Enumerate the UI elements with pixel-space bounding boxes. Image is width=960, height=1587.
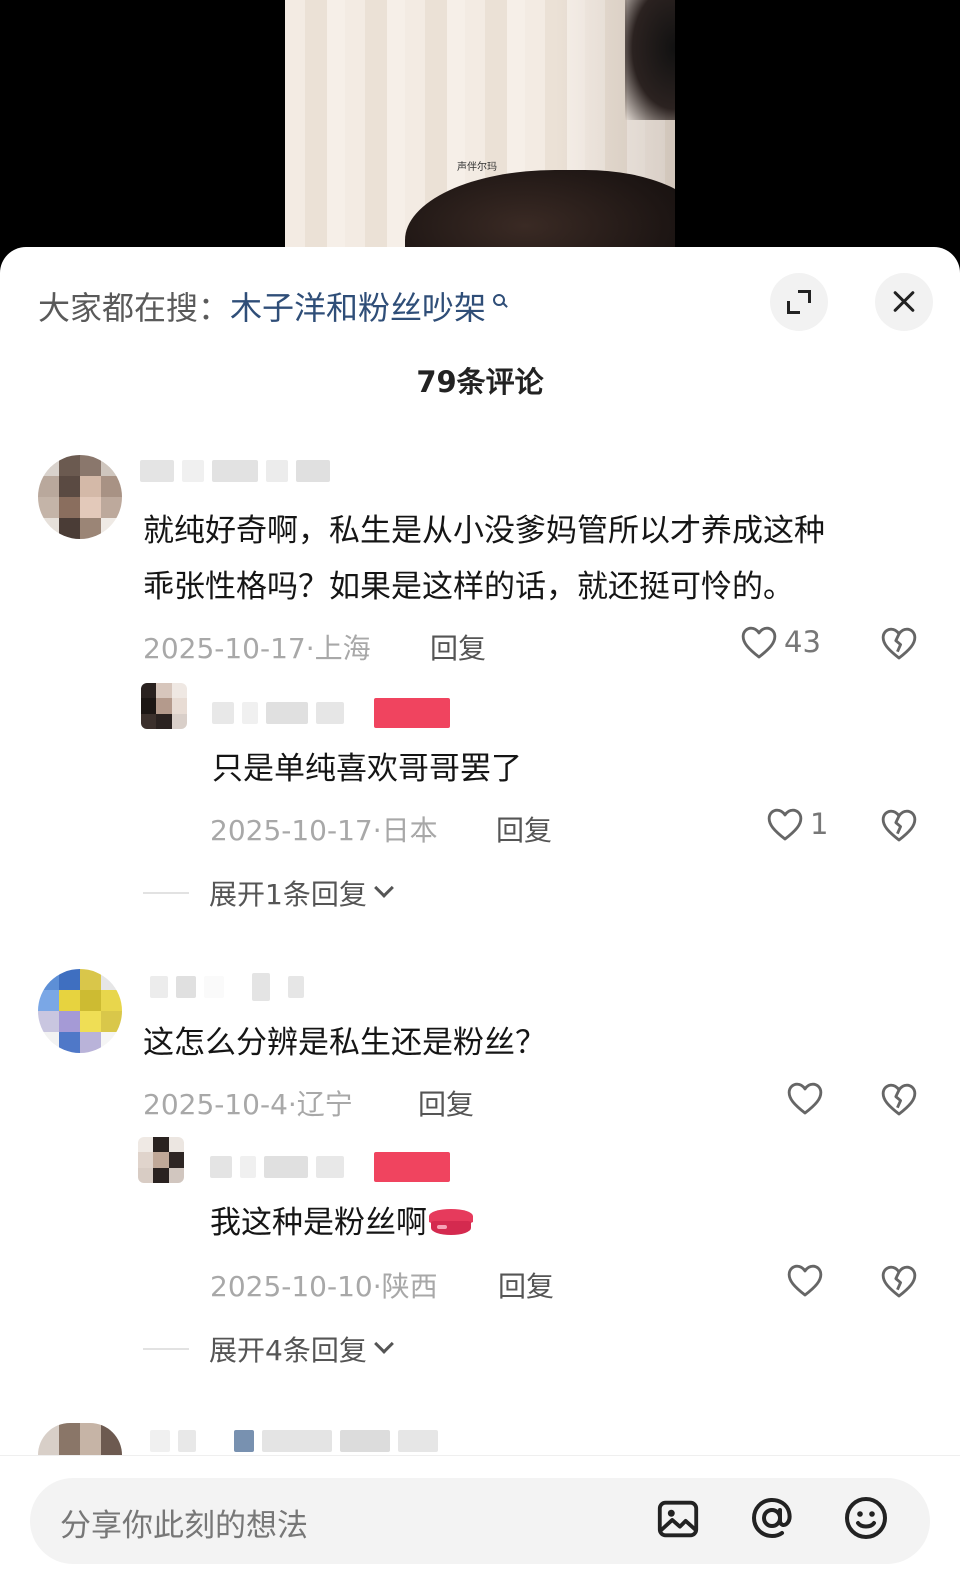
- comment-text-line: 就纯好奇啊，私生是从小没爹妈管所以才养成这种: [143, 513, 825, 549]
- image-icon: [657, 1500, 699, 1538]
- emoji-button[interactable]: [842, 1494, 890, 1546]
- expand-replies-label: 展开4条回复: [209, 1334, 367, 1367]
- reply-text: 只是单纯喜欢哥哥罢了: [212, 751, 522, 787]
- like-button[interactable]: 43: [740, 624, 821, 660]
- comment-meta: 2025-10-4·辽宁: [143, 1088, 353, 1121]
- avatar[interactable]: [38, 969, 122, 1053]
- comment-input-placeholder: 分享你此刻的想法: [60, 1508, 308, 1544]
- reply-author[interactable]: [212, 698, 450, 728]
- expand-icon-corner: [787, 301, 800, 314]
- divider-line: [143, 1348, 189, 1350]
- reply-button[interactable]: 回复: [430, 627, 486, 667]
- comment-text-line: 这怎么分辨是私生还是粉丝？: [143, 1025, 546, 1061]
- like-button[interactable]: 1: [766, 806, 828, 842]
- divider-line: [143, 892, 189, 894]
- mention-button[interactable]: [748, 1494, 796, 1546]
- search-suggestion-prefix: 大家都在搜：: [38, 289, 231, 327]
- kiss-lips-icon: [429, 1207, 473, 1237]
- comment-author[interactable]: [150, 973, 304, 1001]
- video-watermark: 声伴尔玛: [457, 162, 497, 173]
- heart-icon: [787, 1264, 823, 1297]
- broken-heart-icon: [881, 1265, 917, 1298]
- comment-text: 就纯好奇啊，私生是从小没爹妈管所以才养成这种 乖张性格吗？如果是这样的话，就还挺…: [143, 503, 825, 615]
- avatar[interactable]: [38, 1423, 122, 1455]
- comment-text: 这怎么分辨是私生还是粉丝？: [143, 1015, 546, 1071]
- heart-icon: [767, 808, 803, 841]
- video-player[interactable]: 声伴尔玛: [0, 0, 960, 260]
- like-button[interactable]: [786, 1080, 830, 1116]
- search-suggestion[interactable]: 大家都在搜：木子洋和粉丝吵架: [38, 283, 508, 329]
- comment-meta: 2025-10-17·上海: [143, 632, 371, 665]
- reply-button[interactable]: 回复: [418, 1083, 474, 1123]
- expand-replies[interactable]: 展开4条回复: [143, 1329, 394, 1369]
- comment-input-bar: 分享你此刻的想法: [0, 1455, 960, 1587]
- broken-heart-icon: [881, 809, 917, 842]
- expand-replies-label: 展开1条回复: [209, 878, 367, 911]
- video-hair-top: [625, 0, 675, 120]
- reply-meta: 2025-10-17·日本: [210, 814, 438, 847]
- close-button[interactable]: [875, 273, 933, 331]
- heart-icon: [787, 1082, 823, 1115]
- like-count: 43: [784, 625, 821, 659]
- dislike-button[interactable]: [880, 625, 918, 661]
- dislike-button[interactable]: [880, 1081, 918, 1117]
- like-count: 1: [810, 807, 829, 841]
- search-suggestion-keyword[interactable]: 木子洋和粉丝吵架: [230, 289, 486, 327]
- author-tag: [374, 698, 450, 728]
- emoji-icon: [845, 1497, 887, 1539]
- comment-sheet: 大家都在搜：木子洋和粉丝吵架 79条评论 就纯好奇啊，私生是从小没爹妈管所以才养…: [0, 247, 960, 1587]
- comment-text-line: 乖张性格吗？如果是这样的话，就还挺可怜的。: [143, 569, 794, 605]
- broken-heart-icon: [881, 1083, 917, 1116]
- comment-author[interactable]: [150, 1427, 438, 1455]
- expand-button[interactable]: [770, 273, 828, 331]
- comment-count: 79条评论: [416, 365, 544, 399]
- reply-text-content: 我这种是粉丝啊: [210, 1205, 427, 1241]
- image-button[interactable]: [655, 1496, 701, 1546]
- reply-button[interactable]: 回复: [498, 1265, 554, 1305]
- reply-text: 我这种是粉丝啊: [210, 1195, 473, 1251]
- reply-meta: 2025-10-10·陕西: [210, 1270, 438, 1303]
- avatar[interactable]: [38, 455, 122, 539]
- reply-avatar[interactable]: [141, 683, 187, 729]
- at-icon: [751, 1497, 792, 1539]
- heart-icon: [741, 626, 777, 659]
- dislike-button[interactable]: [880, 1263, 918, 1299]
- chevron-down-icon: [373, 1334, 394, 1354]
- video-frame: 声伴尔玛: [285, 0, 675, 260]
- expand-replies[interactable]: 展开1条回复: [143, 873, 394, 913]
- reply-author[interactable]: [210, 1152, 450, 1182]
- broken-heart-icon: [881, 627, 917, 660]
- reply-avatar[interactable]: [138, 1137, 184, 1183]
- comment-author[interactable]: [140, 457, 330, 485]
- author-tag: [374, 1152, 450, 1182]
- reply-button[interactable]: 回复: [496, 809, 552, 849]
- dislike-button[interactable]: [880, 807, 918, 843]
- like-button[interactable]: [786, 1262, 830, 1298]
- search-icon: [492, 293, 508, 309]
- chevron-down-icon: [373, 878, 394, 898]
